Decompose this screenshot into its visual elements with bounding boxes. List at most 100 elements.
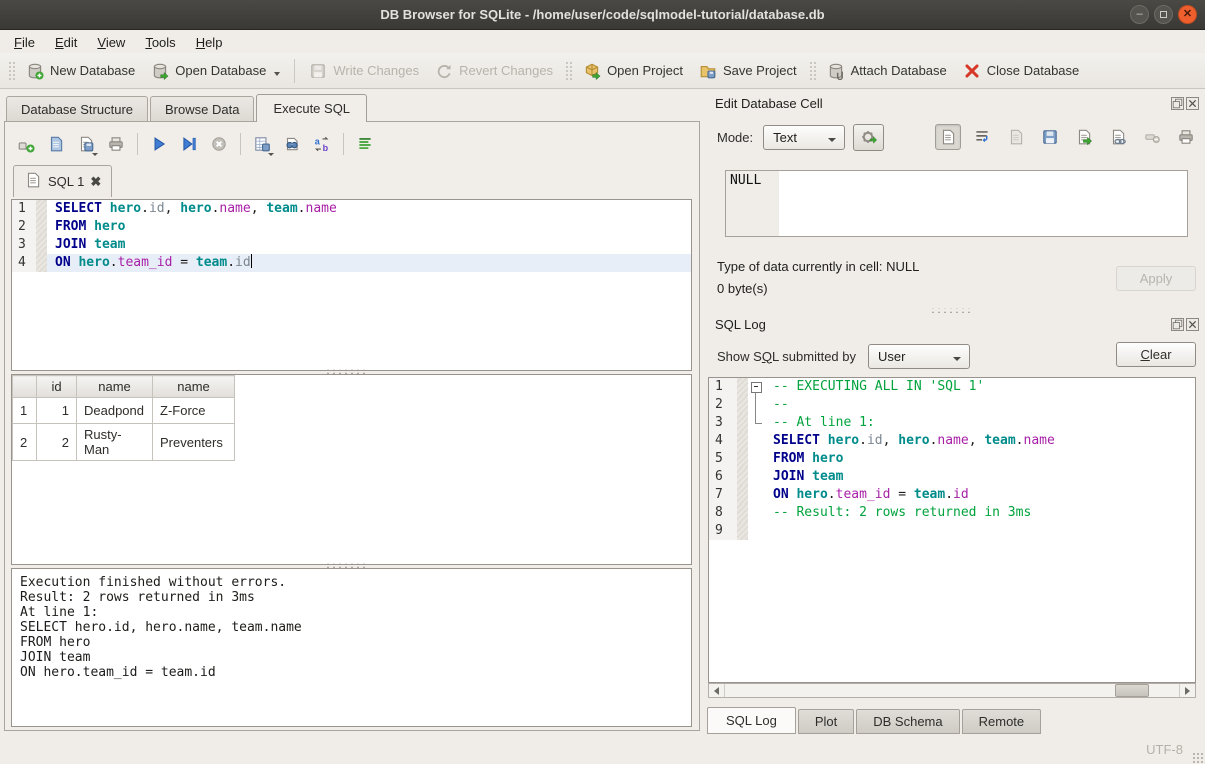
maximize-button[interactable] [1154, 5, 1173, 24]
open-database-button[interactable]: Open Database [143, 58, 288, 84]
revert-changes-button[interactable]: Revert Changes [427, 58, 561, 84]
text-document-button[interactable] [935, 124, 961, 150]
print-button[interactable] [1173, 124, 1199, 150]
encoding-status: UTF-8 [1146, 742, 1183, 757]
code-line: 2FROM hero [12, 218, 691, 236]
float-dock-icon[interactable] [1171, 318, 1184, 331]
result-cell[interactable]: Preventers [153, 424, 235, 461]
clear-button[interactable]: Clear [1116, 342, 1196, 367]
result-cell[interactable]: 1 [37, 398, 77, 424]
column-header-id[interactable]: id [37, 376, 77, 398]
export-file-button[interactable] [1071, 124, 1097, 150]
close-database-button[interactable]: Close Database [955, 58, 1088, 84]
fold-start-icon[interactable] [748, 378, 765, 396]
row-header[interactable]: 1 [13, 398, 37, 424]
code-text: FROM hero [765, 450, 1195, 468]
column-header-name[interactable]: name [153, 376, 235, 398]
sql-log-view[interactable]: 1-- EXECUTING ALL IN 'SQL 1'2--3-- At li… [708, 377, 1196, 683]
minimize-button[interactable]: – [1130, 5, 1149, 24]
edit-cell-dock-header: Edit Database Cell [715, 94, 1199, 112]
horizontal-scrollbar[interactable] [708, 683, 1196, 698]
write-changes-button[interactable]: Write Changes [301, 58, 427, 84]
marker-margin [36, 218, 47, 236]
fold-margin [748, 486, 765, 504]
toolbar-separator [343, 133, 344, 155]
scroll-right-arrow[interactable] [1179, 684, 1195, 697]
tab-browse-data[interactable]: Browse Data [150, 96, 254, 122]
close-dock-icon[interactable] [1186, 97, 1199, 110]
line-number: 5 [709, 450, 737, 468]
find-replace-button[interactable]: ab [309, 131, 335, 157]
dock-tab-db-schema[interactable]: DB Schema [856, 709, 959, 734]
menu-tools[interactable]: Tools [135, 33, 185, 52]
execute-all-button[interactable] [146, 131, 172, 157]
open-tab-button[interactable] [13, 131, 39, 157]
scrollbar-track[interactable] [725, 684, 1179, 697]
execute-line-button[interactable] [176, 131, 202, 157]
result-cell[interactable]: Deadpond [77, 398, 153, 424]
auto-apply-gear-button[interactable] [853, 124, 884, 151]
print-button[interactable] [103, 131, 129, 157]
toolbar-separator [240, 133, 241, 155]
scrollbar-thumb[interactable] [1115, 684, 1149, 697]
code-line: 1SELECT hero.id, hero.name, team.name [12, 200, 691, 218]
cell-size-info: 0 byte(s) [717, 281, 768, 296]
export-results-button[interactable] [249, 131, 275, 157]
toolbar-label: Save Project [723, 63, 797, 78]
find-button[interactable] [279, 131, 305, 157]
result-cell[interactable]: Z-Force [153, 398, 235, 424]
save-sql-file-button[interactable] [73, 131, 99, 157]
sql-editor-tab[interactable]: SQL 1✖ [13, 165, 112, 197]
mode-combobox[interactable]: Text [763, 125, 845, 150]
column-header-name[interactable]: name [77, 376, 153, 398]
line-number: 8 [709, 504, 737, 522]
cell-editor[interactable]: NULL [725, 170, 1188, 237]
fold-margin [748, 450, 765, 468]
menu-help[interactable]: Help [186, 33, 233, 52]
close-dock-icon[interactable] [1186, 318, 1199, 331]
open-sql-file-button[interactable] [43, 131, 69, 157]
attach-database-button[interactable]: Attach Database [819, 58, 955, 84]
fold-margin [748, 432, 765, 450]
cell-content-area[interactable] [779, 171, 1187, 236]
menu-edit[interactable]: Edit [45, 33, 87, 52]
main-toolbar: New DatabaseOpen Database Write ChangesRe… [0, 53, 1205, 89]
close-button[interactable]: ✕ [1178, 5, 1197, 24]
marker-margin [737, 522, 748, 540]
dock-tab-sql-log[interactable]: SQL Log [707, 707, 796, 734]
save-file-button[interactable] [1037, 124, 1063, 150]
scroll-left-arrow[interactable] [709, 684, 725, 697]
close-tab-icon[interactable]: ✖ [90, 174, 101, 190]
code-text: ON hero.team_id = team.id [47, 254, 691, 272]
fold-margin [748, 504, 765, 522]
open-url-button[interactable] [1105, 124, 1131, 150]
submitted-by-combobox[interactable]: User [868, 344, 970, 369]
new-database-button[interactable]: New Database [18, 58, 143, 84]
menu-file[interactable]: File [4, 33, 45, 52]
word-wrap-button[interactable] [969, 124, 995, 150]
save-project-button[interactable]: Save Project [691, 58, 805, 84]
menu-view[interactable]: View [87, 33, 135, 52]
svg-text:b: b [323, 143, 329, 153]
dock-tab-remote[interactable]: Remote [962, 709, 1042, 734]
open-project-button[interactable]: Open Project [575, 58, 691, 84]
sql-editor[interactable]: 1SELECT hero.id, hero.name, team.name2FR… [11, 199, 692, 371]
menu-bar: FileEditViewToolsHelp [0, 31, 1205, 53]
result-cell[interactable]: 2 [37, 424, 77, 461]
apply-button[interactable]: Apply [1116, 266, 1196, 291]
code-text: SELECT hero.id, hero.name, team.name [765, 432, 1195, 450]
splitter-handle[interactable] [930, 308, 970, 313]
row-header[interactable]: 2 [13, 424, 37, 461]
float-dock-icon[interactable] [1171, 97, 1184, 110]
revert-changes-icon [435, 62, 453, 80]
dock-tab-plot[interactable]: Plot [798, 709, 854, 734]
result-cell[interactable]: Rusty-Man [77, 424, 153, 461]
tab-database-structure[interactable]: Database Structure [6, 96, 148, 122]
line-number: 6 [709, 468, 737, 486]
dropdown-arrow-icon[interactable] [274, 72, 280, 76]
new-database-icon [26, 62, 44, 80]
format-sql-button[interactable] [352, 131, 378, 157]
tab-execute-sql[interactable]: Execute SQL [256, 94, 367, 122]
document-icon [24, 171, 42, 192]
resize-grip[interactable] [1192, 752, 1203, 763]
